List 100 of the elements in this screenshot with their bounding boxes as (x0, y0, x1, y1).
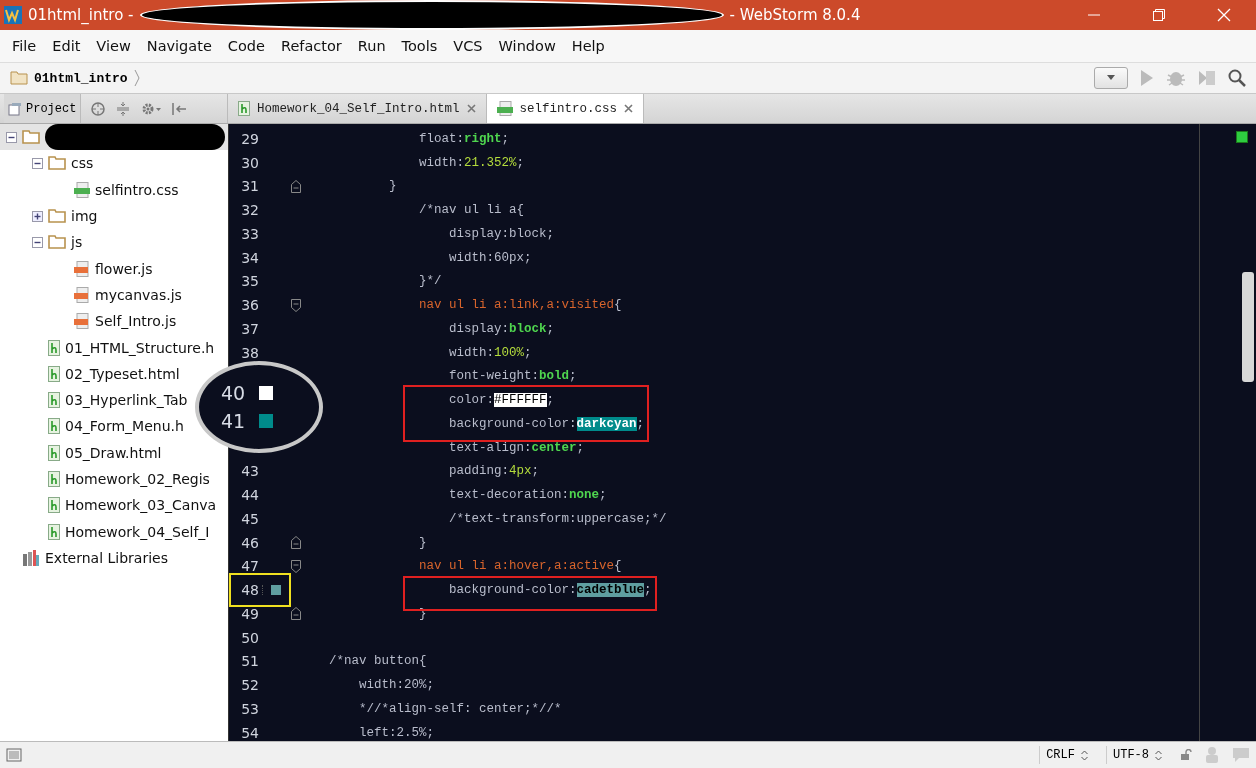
menu-item[interactable]: VCS (453, 38, 483, 54)
code-line: color:#FFFFFF; (448, 393, 555, 408)
html-file-icon (48, 471, 60, 487)
hide-panel-icon[interactable] (171, 100, 188, 117)
inspection-ok-icon (1236, 131, 1248, 143)
fold-icon[interactable] (291, 559, 301, 573)
tree-item[interactable]: flower.js (95, 260, 153, 277)
line-number: 35 (241, 273, 259, 290)
menu-item[interactable]: Navigate (146, 38, 212, 54)
tree-item[interactable]: js (71, 234, 83, 251)
code-line: background-color:darkcyan; (448, 416, 645, 431)
code-line: /*text-transform:uppercase;*/ (448, 511, 667, 526)
tree-item[interactable]: selfintro.css (95, 181, 179, 198)
menu-item[interactable]: Run (357, 38, 386, 54)
panel-toggle-icon[interactable] (6, 747, 22, 763)
close-icon[interactable] (466, 104, 476, 113)
line-number: 54 (241, 724, 259, 741)
line-number: 46 (241, 534, 259, 551)
menu-item[interactable]: View (96, 38, 131, 54)
close-icon[interactable] (624, 104, 634, 113)
tree-item[interactable]: 01_HTML_Structure.h (65, 339, 215, 356)
line-number: 37 (241, 320, 259, 337)
line-number: 31 (241, 178, 259, 195)
menu-item[interactable]: Edit (52, 38, 81, 54)
menu-item[interactable]: Code (227, 38, 265, 54)
tree-item[interactable]: 04_Form_Menu.h (65, 418, 184, 435)
code-line: /*nav ul li a{ (418, 203, 525, 218)
editor-tab[interactable]: selfintro.css (486, 94, 645, 123)
fold-icon[interactable] (291, 298, 301, 312)
line-number: 53 (241, 700, 259, 717)
tree-item[interactable]: Homework_02_Regis (65, 471, 210, 487)
js-file-icon (74, 260, 90, 277)
code-line: background-color:cadetblue; (448, 583, 652, 598)
folder-icon (10, 71, 28, 85)
line-number: 52 (241, 677, 259, 694)
code-line: display:block; (448, 226, 555, 241)
highlight-frame (229, 573, 291, 607)
code-line: display:block; (448, 321, 555, 336)
line-number: 48 (241, 582, 259, 599)
project-tab[interactable]: Project (4, 94, 82, 123)
expander-icon[interactable] (32, 157, 43, 169)
maximize-icon[interactable] (1152, 8, 1166, 22)
tree-item[interactable]: 03_Hyperlink_Tab (65, 392, 188, 409)
tree-item[interactable]: css (71, 155, 94, 172)
line-number: 50 (241, 629, 259, 646)
code-line: text-decoration:none; (448, 488, 607, 503)
code-line: width:60px; (448, 250, 532, 265)
lock-icon[interactable] (1180, 749, 1192, 761)
tree-item[interactable]: mycanvas.js (95, 286, 182, 303)
menu-item[interactable]: Window (498, 38, 556, 54)
line-number: 34 (241, 249, 259, 266)
code-line: width:21.352%; (418, 155, 525, 170)
tree-item[interactable]: img (71, 208, 98, 225)
line-number: 30 (241, 154, 259, 171)
encoding-selector[interactable]: UTF-8 (1106, 746, 1168, 764)
run-config-dropdown[interactable] (1094, 67, 1128, 89)
editor-tab[interactable]: Homework_04_Self_Intro.html (228, 94, 487, 123)
css-file-icon (74, 181, 90, 198)
search-icon[interactable] (1228, 69, 1246, 87)
breadcrumb[interactable]: 01html_intro (34, 70, 128, 86)
scrollbar-thumb[interactable] (1242, 272, 1254, 382)
menu-item[interactable]: File (12, 38, 37, 54)
html-file-icon (48, 365, 60, 382)
line-number: 49 (241, 605, 259, 622)
menu-item[interactable]: Help (571, 38, 605, 54)
tree-item[interactable]: Homework_04_Self_I (65, 523, 210, 540)
collapse-icon[interactable] (115, 100, 132, 117)
expander-icon[interactable] (6, 131, 17, 143)
tree-item[interactable]: External Libraries (45, 549, 168, 566)
window-title: - WebStorm 8.0.4 (729, 6, 861, 24)
code-line: text-align:center; (448, 440, 585, 455)
menu-item[interactable]: Refactor (280, 38, 342, 54)
tree-item[interactable]: Homework_03_Canva (65, 497, 217, 514)
line-number: 47 (241, 558, 259, 575)
tree-item[interactable]: 05_Draw.html (65, 444, 162, 461)
code-line: } (418, 535, 427, 550)
tree-item[interactable]: Self_Intro.js (95, 313, 177, 330)
locate-icon[interactable] (90, 100, 107, 117)
line-separator-selector[interactable]: CRLF (1039, 746, 1094, 764)
html-file-icon (48, 339, 60, 356)
line-number: 32 (241, 202, 259, 219)
code-line: padding:4px; (448, 464, 540, 479)
chevron-icon (133, 69, 140, 87)
up-down-icon (1081, 749, 1088, 761)
line-number: 44 (241, 487, 259, 504)
code-line: *//*align-self: center;*//* (358, 701, 562, 716)
fold-icon[interactable] (291, 607, 301, 621)
code-line: font-weight:bold; (448, 369, 577, 384)
folder-icon (48, 209, 66, 224)
code-line: left:2.5%; (358, 725, 435, 740)
line-number: 51 (241, 653, 259, 670)
fold-icon[interactable] (291, 536, 301, 550)
fold-icon[interactable] (291, 179, 301, 193)
expander-icon[interactable] (32, 236, 43, 248)
expander-icon[interactable] (32, 210, 43, 222)
menu-item[interactable]: Tools (401, 38, 438, 54)
tree-item[interactable]: 02_Typeset.html (65, 365, 180, 382)
code-line: } (388, 179, 397, 194)
code-line: width:100%; (448, 345, 532, 360)
line-number: 36 (241, 297, 259, 314)
